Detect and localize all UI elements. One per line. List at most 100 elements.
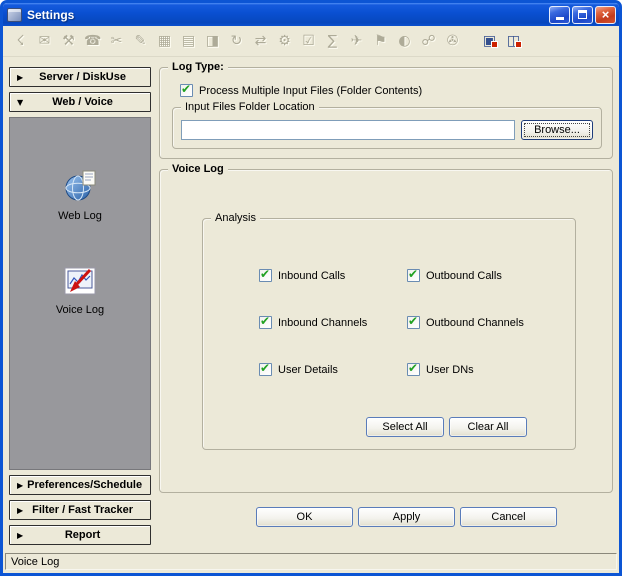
group-title-log-type: Log Type:: [168, 60, 228, 74]
sidebar-item-web-log[interactable]: Web Log: [58, 170, 102, 222]
status-text: Voice Log: [11, 556, 59, 568]
check-icon: ✔: [181, 82, 191, 96]
sidebar-section-label: Report: [27, 529, 150, 541]
checkbox-inbound-channels[interactable]: ✔ Inbound Channels: [259, 316, 407, 329]
checkbox-user-dns[interactable]: ✔ User DNs: [407, 363, 524, 376]
sidebar-item-voice-log[interactable]: Voice Log: [56, 266, 104, 316]
check-icon: ✔: [408, 314, 418, 328]
toolbar-icon-8[interactable]: ▤: [180, 33, 197, 49]
apply-button[interactable]: Apply: [358, 507, 455, 527]
dual-monitor-icon[interactable]: ◫: [505, 33, 522, 49]
chevron-right-icon: ▶: [17, 73, 23, 82]
maximize-icon: [578, 10, 587, 19]
checkbox-label: Process Multiple Input Files (Folder Con…: [199, 85, 422, 97]
main-panel: Log Type: ✔ Process Multiple Input Files…: [159, 57, 613, 545]
sidebar-item-label: Voice Log: [56, 304, 104, 316]
checkbox-box[interactable]: ✔: [259, 269, 272, 282]
toolbar-icon-18[interactable]: ☍: [420, 33, 437, 49]
sidebar-section-label: Server / DiskUse: [27, 71, 150, 83]
toolbar-icon-12[interactable]: ⚙: [276, 33, 293, 49]
input-folder-group: Input Files Folder Location Browse...: [172, 107, 602, 149]
checkbox-box[interactable]: ✔: [407, 363, 420, 376]
voice-log-group: Voice Log Analysis ✔ Inbound Calls ✔ Out…: [159, 169, 613, 493]
checkbox-label: User DNs: [426, 364, 474, 376]
toolbar-icon-13[interactable]: ☑: [300, 33, 317, 49]
sidebar-section-web-voice[interactable]: ▼ Web / Voice: [9, 92, 151, 112]
group-title-folder-location: Input Files Folder Location: [181, 100, 319, 114]
checkbox-box[interactable]: ✔: [180, 84, 193, 97]
toolbar-icon-2[interactable]: ✉: [36, 33, 53, 49]
analysis-button-row: Select All Clear All: [366, 417, 527, 437]
toolbar-icon-4[interactable]: ☎: [84, 33, 101, 49]
toolbar-icon-10[interactable]: ↻: [228, 33, 245, 49]
window-body: ▶ Server / DiskUse ▼ Web / Voice: [3, 57, 619, 551]
close-button[interactable]: ×: [595, 6, 616, 24]
toolbar-icon-19[interactable]: ✇: [444, 33, 461, 49]
sidebar: ▶ Server / DiskUse ▼ Web / Voice: [9, 67, 151, 545]
status-field: Voice Log: [5, 553, 617, 570]
toolbar-icon-6[interactable]: ✎: [132, 33, 149, 49]
group-title-voice-log: Voice Log: [168, 162, 228, 176]
select-all-button[interactable]: Select All: [366, 417, 444, 437]
toolbar-icon-3[interactable]: ⚒: [60, 33, 77, 49]
check-icon: ✔: [408, 361, 418, 375]
toolbar-icon-5[interactable]: ✂: [108, 33, 125, 49]
toolbar-icon-14[interactable]: ∑: [324, 33, 341, 49]
checkbox-user-details[interactable]: ✔ User Details: [259, 363, 407, 376]
checkbox-box[interactable]: ✔: [259, 363, 272, 376]
checkbox-label: Outbound Channels: [426, 317, 524, 329]
analysis-group: Analysis ✔ Inbound Calls ✔ Outbound Call…: [202, 218, 576, 450]
checkbox-process-multiple[interactable]: ✔ Process Multiple Input Files (Folder C…: [180, 84, 612, 97]
check-icon: ✔: [408, 267, 418, 281]
toolbar-icon-15[interactable]: ✈: [348, 33, 365, 49]
titlebar[interactable]: Settings ×: [3, 3, 619, 26]
checkbox-outbound-channels[interactable]: ✔ Outbound Channels: [407, 316, 524, 329]
clear-all-button[interactable]: Clear All: [449, 417, 527, 437]
checkbox-label: Outbound Calls: [426, 270, 502, 282]
checkbox-label: Inbound Calls: [278, 270, 345, 282]
toolbar-icon-16[interactable]: ⚑: [372, 33, 389, 49]
checkbox-box[interactable]: ✔: [259, 316, 272, 329]
browse-button[interactable]: Browse...: [521, 120, 593, 140]
ok-button[interactable]: OK: [256, 507, 353, 527]
minimize-icon: [556, 17, 564, 20]
checkbox-outbound-calls[interactable]: ✔ Outbound Calls: [407, 269, 524, 282]
toolbar-icon-11[interactable]: ⇄: [252, 33, 269, 49]
toolbar-icon-7[interactable]: ▦: [156, 33, 173, 49]
cancel-button[interactable]: Cancel: [460, 507, 557, 527]
sidebar-panel: Web Log Voice Log: [9, 117, 151, 470]
chevron-right-icon: ▶: [17, 506, 23, 515]
sidebar-section-label: Preferences/Schedule: [27, 479, 154, 491]
sidebar-section-report[interactable]: ▶ Report: [9, 525, 151, 545]
statusbar: Voice Log: [3, 551, 619, 573]
window-title: Settings: [27, 8, 547, 22]
app-icon: [7, 8, 22, 22]
toolbar-icon-9[interactable]: ◨: [204, 33, 221, 49]
monitor-badge-icon[interactable]: ▣: [481, 33, 498, 49]
chevron-right-icon: ▶: [17, 531, 23, 540]
sidebar-section-preferences-schedule[interactable]: ▶ Preferences/Schedule: [9, 475, 151, 495]
analysis-checkbox-grid: ✔ Inbound Calls ✔ Outbound Calls ✔ Inbou…: [259, 269, 575, 376]
action-buttons: OK Apply Cancel: [159, 507, 613, 527]
voice-log-icon: [64, 266, 96, 301]
minimize-button[interactable]: [549, 6, 570, 24]
checkbox-label: User Details: [278, 364, 338, 376]
check-icon: ✔: [260, 361, 270, 375]
sidebar-section-filter-fast-tracker[interactable]: ▶ Filter / Fast Tracker: [9, 500, 151, 520]
settings-window: Settings × ☇ ✉ ⚒ ☎ ✂ ✎ ▦ ▤ ◨ ↻ ⇄ ⚙ ☑ ∑ ✈ ⚑ ◐ ☍ ✇ ▣ ◫ ▶ Serve…: [0, 0, 622, 576]
chevron-right-icon: ▶: [17, 481, 23, 490]
checkbox-box[interactable]: ✔: [407, 316, 420, 329]
web-log-icon: [64, 170, 96, 207]
group-title-analysis: Analysis: [211, 211, 260, 225]
check-icon: ✔: [260, 267, 270, 281]
toolbar-icon-1[interactable]: ☇: [12, 33, 29, 49]
checkbox-box[interactable]: ✔: [407, 269, 420, 282]
chevron-down-icon: ▼: [17, 98, 23, 107]
sidebar-section-server-diskuse[interactable]: ▶ Server / DiskUse: [9, 67, 151, 87]
check-icon: ✔: [260, 314, 270, 328]
toolbar-icon-17[interactable]: ◐: [396, 33, 413, 49]
sidebar-section-label: Web / Voice: [27, 96, 150, 108]
folder-location-input[interactable]: [181, 120, 515, 140]
checkbox-inbound-calls[interactable]: ✔ Inbound Calls: [259, 269, 407, 282]
maximize-button[interactable]: [572, 6, 593, 24]
